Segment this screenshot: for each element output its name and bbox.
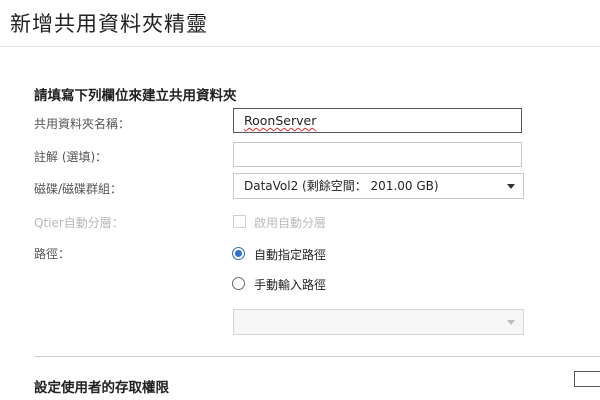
radio-manual-path-label[interactable]: 手動輸入路徑 [254, 276, 326, 293]
wizard-title-bar: 新增共用資料夾精靈 [0, 0, 600, 47]
radio-auto-path-label[interactable]: 自動指定路徑 [254, 246, 326, 263]
comment-input[interactable] [233, 142, 522, 167]
folder-name-input[interactable]: RoonServer [233, 108, 522, 133]
qtier-checkbox-label: 啟用自動分層 [254, 216, 327, 230]
qtier-label: Qtier自動分層： [34, 216, 124, 230]
manual-path-select[interactable] [233, 309, 524, 335]
radio-manual-path[interactable] [232, 277, 245, 290]
radio-selected-dot [235, 250, 242, 257]
disk-label: 磁碟/磁碟群組： [34, 182, 123, 196]
disk-select[interactable]: DataVol2 (剩餘空間： 201.00 GB) [233, 173, 524, 199]
section-divider [34, 356, 600, 357]
path-label: 路徑： [34, 247, 71, 261]
chevron-down-icon [507, 320, 515, 325]
wizard-title: 新增共用資料夾精靈 [10, 12, 208, 36]
disk-select-value: DataVol2 (剩餘空間： 201.00 GB) [244, 179, 439, 193]
partial-control[interactable] [574, 371, 600, 387]
chevron-down-icon [507, 184, 515, 189]
form-section-title: 請填寫下列欄位來建立共用資料夾 [34, 88, 237, 104]
radio-auto-path[interactable] [232, 247, 245, 260]
permissions-section-title: 設定使用者的存取權限 [34, 380, 169, 396]
qtier-checkbox[interactable] [233, 215, 246, 228]
folder-name-value: RoonServer [244, 113, 317, 128]
comment-label: 註解 (選填)： [34, 150, 108, 164]
folder-name-label: 共用資料夾名稱： [34, 117, 131, 131]
